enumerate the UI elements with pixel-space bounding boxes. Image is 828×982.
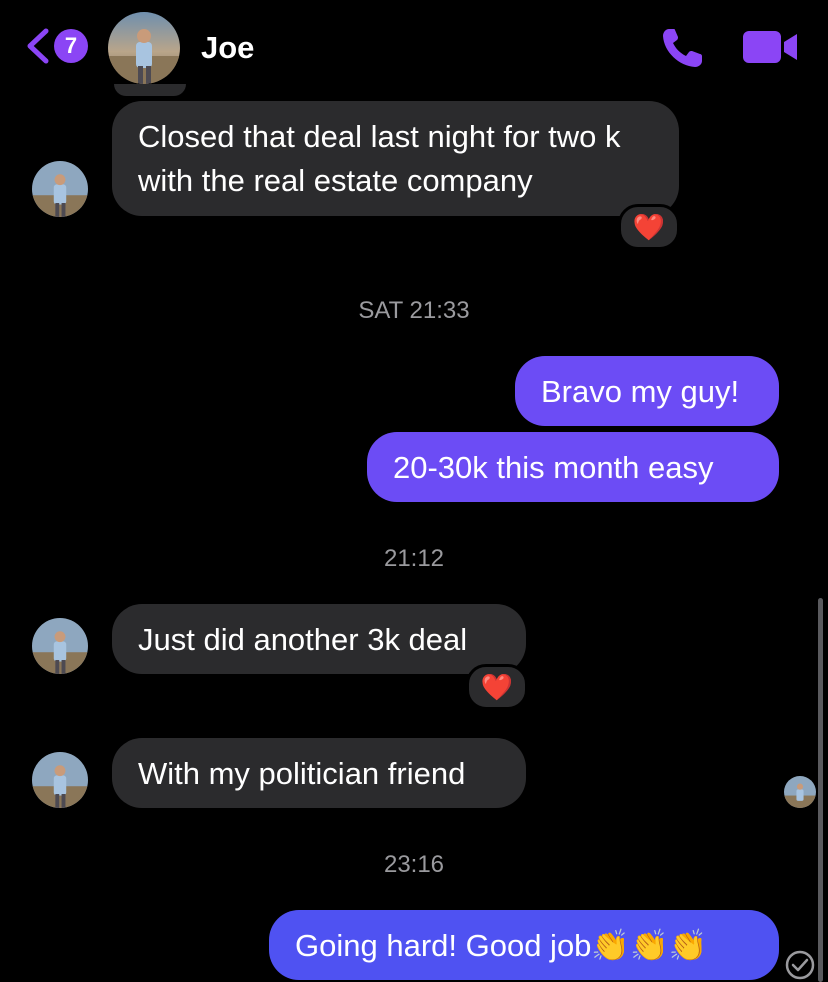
unread-count-badge[interactable]: 7 (54, 29, 88, 63)
timestamp-divider: 23:16 (383, 851, 445, 878)
message-bubble-incoming[interactable]: Closed that deal last night for two k wi… (112, 101, 679, 216)
message-text: Going hard! Good job👏👏👏 (295, 928, 708, 963)
partial-bubble-above (114, 84, 186, 96)
heart-reaction-icon[interactable]: ❤️ (618, 204, 680, 250)
contact-avatar[interactable] (108, 12, 180, 84)
message-bubble-incoming[interactable]: Just did another 3k deal (112, 604, 526, 674)
back-chevron-icon[interactable] (24, 28, 54, 64)
message-bubble-outgoing[interactable]: 20-30k this month easy (367, 432, 779, 502)
message-bubble-outgoing[interactable]: Bravo my guy! (515, 356, 779, 426)
phone-icon[interactable] (660, 26, 706, 70)
sent-check-icon (785, 950, 815, 980)
timestamp-divider: 21:12 (383, 545, 445, 572)
sender-avatar[interactable] (32, 752, 88, 808)
sender-avatar[interactable] (32, 161, 88, 217)
message-text: Bravo my guy! (541, 374, 740, 409)
reaction-emoji: ❤️ (632, 211, 666, 242)
scrollbar[interactable] (818, 598, 823, 982)
timestamp-divider: SAT 21:33 (358, 297, 470, 324)
message-text: Closed that deal last night for two k wi… (138, 119, 621, 198)
message-text: 20-30k this month easy (393, 450, 714, 485)
sender-avatar[interactable] (32, 618, 88, 674)
video-camera-icon[interactable] (743, 30, 799, 64)
message-bubble-incoming[interactable]: With my politician friend (112, 738, 526, 808)
heart-reaction-icon[interactable]: ❤️ (466, 664, 528, 710)
contact-name[interactable]: Joe (201, 30, 254, 66)
message-text: With my politician friend (138, 756, 466, 791)
message-bubble-outgoing[interactable]: Going hard! Good job👏👏👏 (269, 910, 779, 980)
message-text: Just did another 3k deal (138, 622, 468, 657)
reaction-emoji: ❤️ (480, 671, 514, 702)
read-receipt-avatar-icon (784, 776, 816, 808)
